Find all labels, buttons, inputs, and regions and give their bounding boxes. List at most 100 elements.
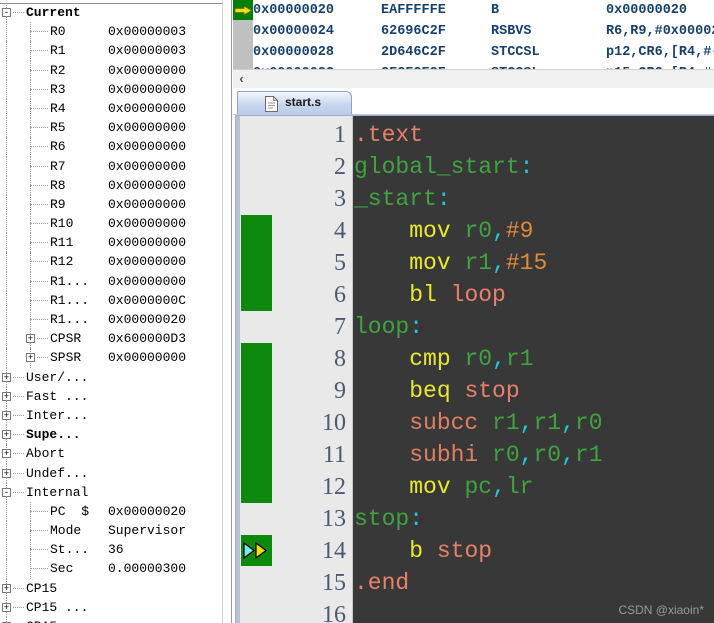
register-value: 0x00000000 <box>108 139 187 155</box>
tree-expand-toggle[interactable]: + <box>2 372 11 382</box>
register-value: 0x00000000 <box>108 81 187 97</box>
code-line[interactable]: cmp r0,r1 <box>354 343 714 375</box>
register-tree-row[interactable]: + Abort <box>0 444 224 464</box>
register-tree-row[interactable]: R8 0x00000000 <box>0 175 224 195</box>
tab-label: start.s <box>285 95 322 109</box>
register-tree-row[interactable]: R7 0x00000000 <box>0 156 224 176</box>
register-value: 0x00000000 <box>108 196 187 212</box>
register-tree-row[interactable]: R2 0x00000000 <box>0 60 224 80</box>
register-name: Sec <box>50 561 74 577</box>
tree-expand-toggle[interactable]: + <box>2 430 11 440</box>
register-name: R1... <box>50 292 90 308</box>
code-token: stop <box>464 378 520 404</box>
code-line[interactable]: .text <box>354 119 714 151</box>
code-line[interactable]: global_start: <box>354 151 714 183</box>
code-line[interactable]: mov r0,#9 <box>354 215 714 247</box>
register-tree-row[interactable]: + SPSR 0x00000000 <box>0 348 224 368</box>
code-line[interactable]: subhi r0,r0,r1 <box>354 439 714 471</box>
tree-collapse-toggle[interactable]: - <box>2 487 11 497</box>
register-tree-row[interactable]: PC $ 0x00000020 <box>0 501 224 522</box>
register-tree-row[interactable]: + CP15 <box>0 578 224 598</box>
register-tree-row[interactable]: R0 0x00000003 <box>0 22 224 42</box>
register-tree-row[interactable]: R1... 0x0000000C <box>0 290 224 310</box>
register-tree-row[interactable]: R1... 0x00000000 <box>0 271 224 291</box>
code-line[interactable]: mov pc,lr <box>354 471 714 503</box>
line-number: 13 <box>322 506 346 532</box>
register-tree-row[interactable]: R1 0x00000003 <box>0 41 224 61</box>
code-token: : <box>409 506 424 532</box>
register-tree-row[interactable]: + User/... <box>0 367 224 387</box>
register-tree-row[interactable]: Mode Supervisor <box>0 521 224 541</box>
code-gutter[interactable]: 1 2 3 4 5 6 7 8 9 10 11 12 13 14 15 16 <box>236 116 353 623</box>
register-tree-row[interactable]: R3 0x00000000 <box>0 79 224 99</box>
line-number: 3 <box>334 186 346 212</box>
disassembly-row[interactable]: 0x00000024 62696C2F RSBVS R6,R9,#0x00002 <box>253 21 714 42</box>
register-value: 0x00000000 <box>108 120 187 136</box>
register-tree-row[interactable]: R12 0x00000000 <box>0 252 224 272</box>
tree-collapse-toggle[interactable]: - <box>2 8 11 18</box>
register-tree-row[interactable]: R6 0x00000000 <box>0 137 224 157</box>
register-tree-row[interactable]: Sec 0.00000300 <box>0 559 224 579</box>
tree-expand-toggle[interactable]: + <box>2 602 11 612</box>
registers-vertical-scrollbar[interactable] <box>222 0 231 623</box>
code-line[interactable]: beq stop <box>354 375 714 407</box>
register-tree[interactable]: - Current R0 0x00000003 R1 0x00000003 R2 0x0000… <box>0 3 224 623</box>
disassembly-row[interactable]: 0x00000020 EAFFFFFE B 0x00000020 <box>253 0 714 21</box>
register-name: Mode <box>50 523 82 539</box>
register-tree-row[interactable]: - Internal <box>0 482 224 502</box>
register-tree-row[interactable]: + Undef... <box>0 463 224 483</box>
code-token: , <box>492 474 506 500</box>
tree-expand-toggle[interactable]: + <box>26 334 35 344</box>
register-name: R9 <box>50 196 66 212</box>
register-tree-row[interactable]: + CPSR 0x600000D3 <box>0 329 224 349</box>
code-line[interactable]: _start: <box>354 183 714 215</box>
register-tree-row[interactable]: R4 0x00000000 <box>0 98 224 119</box>
code-text-area[interactable]: .text global_start: _start: mov r0,#9 mov … <box>354 116 714 623</box>
tree-expand-toggle[interactable]: + <box>2 410 11 420</box>
scroll-left-icon[interactable]: ‹ <box>233 70 250 88</box>
tree-expand-toggle[interactable]: + <box>2 468 11 478</box>
code-token: b <box>409 538 424 564</box>
code-line[interactable]: bl loop <box>354 279 714 311</box>
register-tree-row[interactable]: + Inter... <box>0 405 224 426</box>
tree-expand-toggle[interactable]: + <box>2 583 11 593</box>
register-tree-row[interactable]: R5 0x00000000 <box>0 118 224 138</box>
register-value: 36 <box>108 542 124 558</box>
code-line[interactable]: mov r1,#15 <box>354 247 714 279</box>
code-line[interactable]: .end <box>354 567 714 599</box>
tree-expand-toggle[interactable]: + <box>2 449 11 459</box>
register-tree-row[interactable]: + Fast ... <box>0 386 224 406</box>
registers-panel[interactable]: - Current R0 0x00000003 R1 0x00000003 R2 0x0000… <box>0 0 232 623</box>
register-tree-row[interactable]: R11 0x00000000 <box>0 233 224 253</box>
register-name: Supe... <box>26 427 81 443</box>
tree-expand-toggle[interactable]: + <box>2 391 11 401</box>
tree-expand-toggle[interactable]: + <box>26 353 35 363</box>
register-value: 0x00000000 <box>108 350 187 366</box>
code-line[interactable]: stop: <box>354 503 714 535</box>
register-tree-row[interactable]: + Supe... <box>0 425 224 445</box>
code-line[interactable]: subcc r1,r1,r0 <box>354 407 714 439</box>
register-tree-row[interactable]: R10 0x00000000 <box>0 214 224 234</box>
disassembly-panel[interactable]: 0x00000020 EAFFFFFE B 0x00000020 0x00000024 6… <box>233 0 714 88</box>
tree-connector <box>13 472 24 475</box>
execution-point-marker-icon[interactable] <box>241 535 272 566</box>
register-tree-row[interactable]: R9 0x00000000 <box>0 194 224 215</box>
code-line[interactable]: loop: <box>354 311 714 343</box>
register-tree-row[interactable]: +CP15 ... <box>0 617 224 623</box>
code-view[interactable]: 1 2 3 4 5 6 7 8 9 10 11 12 13 14 15 16 .text global_star… <box>235 115 714 623</box>
register-tree-row[interactable]: +CP15 ... <box>0 597 224 617</box>
tab-start-s[interactable]: start.s <box>237 91 352 115</box>
disassembly-row[interactable]: 0x00000028 2D646C2F STCCSL p12,CR6,[R4,#- <box>253 42 714 63</box>
disassembly-horizontal-scrollbar[interactable]: ‹ <box>233 69 714 88</box>
register-tree-row[interactable]: R1... 0x00000020 <box>0 310 224 330</box>
disassembly-rows[interactable]: 0x00000020 EAFFFFFE B 0x00000020 0x00000024 6… <box>253 0 714 71</box>
tree-connector <box>30 223 48 225</box>
line-number: 12 <box>322 474 346 500</box>
tree-connector <box>13 434 24 436</box>
code-line[interactable]: b stop <box>354 535 714 567</box>
register-tree-row[interactable]: St... 36 <box>0 540 224 560</box>
register-tree-row[interactable]: - Current <box>0 3 224 23</box>
